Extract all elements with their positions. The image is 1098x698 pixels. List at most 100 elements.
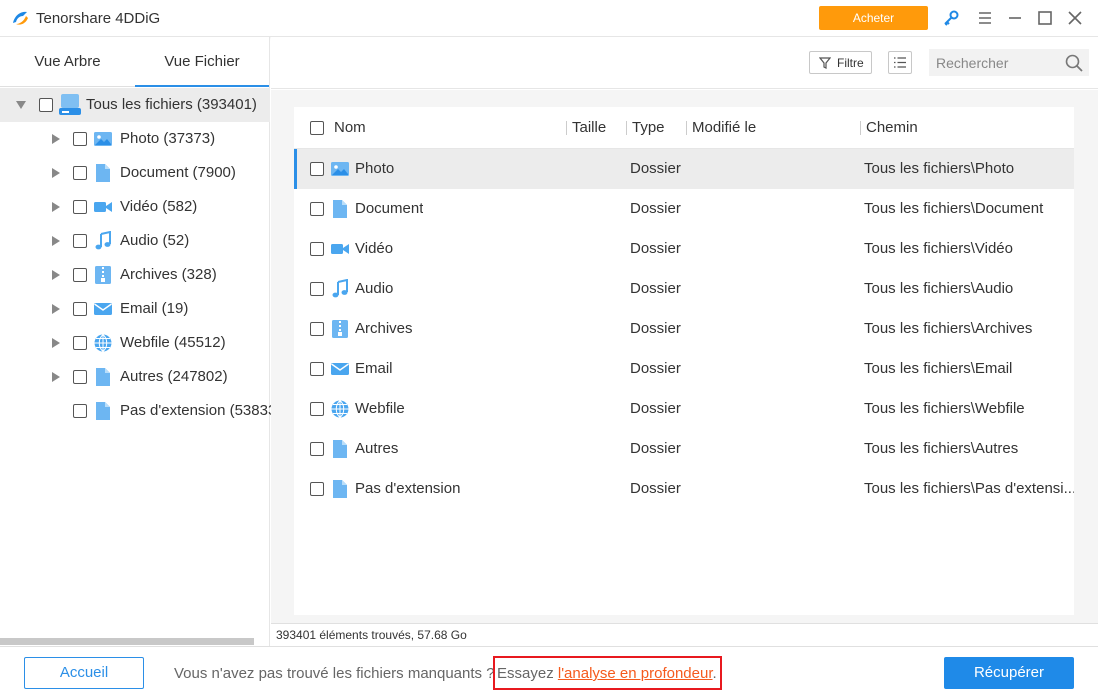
expand-caret-icon[interactable] <box>52 304 60 314</box>
expand-caret-icon[interactable] <box>52 338 60 348</box>
document-icon <box>333 440 347 458</box>
column-divider[interactable] <box>566 121 567 135</box>
deep-scan-link[interactable]: l'analyse en profondeur <box>558 665 713 682</box>
table-row[interactable]: Pas d'extension Dossier Tous les fichiers\… <box>294 469 1074 509</box>
row-checkbox[interactable] <box>310 202 324 216</box>
maximize-icon[interactable] <box>1036 9 1054 27</box>
search-icon[interactable] <box>1065 54 1083 72</box>
footer: Accueil Vous n'avez pas trouvé les fichi… <box>0 646 1098 698</box>
cell-name: Webfile <box>355 400 405 417</box>
column-divider[interactable] <box>686 121 687 135</box>
select-all-checkbox[interactable] <box>310 121 324 135</box>
document-icon <box>96 402 110 420</box>
document-icon <box>96 368 110 386</box>
tab-file-view[interactable]: Vue Fichier <box>135 37 269 87</box>
checkbox[interactable] <box>73 166 87 180</box>
checkbox[interactable] <box>39 98 53 112</box>
list-view-button[interactable] <box>888 51 912 74</box>
tree-item[interactable]: Pas d'extension (53833 <box>0 394 276 428</box>
close-icon[interactable] <box>1066 9 1084 27</box>
tree-item[interactable]: Email (19) <box>0 292 270 326</box>
row-checkbox[interactable] <box>310 282 324 296</box>
tree-item[interactable]: Autres (247802) <box>0 360 270 394</box>
cell-type: Dossier <box>630 440 681 457</box>
menu-icon[interactable] <box>976 9 994 27</box>
checkbox[interactable] <box>73 336 87 350</box>
buy-button[interactable]: Acheter <box>819 6 928 30</box>
recover-button[interactable]: Récupérer <box>944 657 1074 689</box>
table-row[interactable]: Archives Dossier Tous les fichiers\Archive… <box>294 309 1074 349</box>
row-checkbox[interactable] <box>310 442 324 456</box>
tab-tree-view[interactable]: Vue Arbre <box>0 37 135 87</box>
key-icon[interactable] <box>942 9 960 27</box>
filter-button[interactable]: Filtre <box>809 51 872 74</box>
column-name[interactable]: Nom <box>334 107 366 149</box>
column-divider[interactable] <box>626 121 627 135</box>
table-row[interactable]: Email Dossier Tous les fichiers\Email <box>294 349 1074 389</box>
cell-name: Audio <box>355 280 394 297</box>
view-tabs: Vue Arbre Vue Fichier <box>0 37 269 87</box>
tree-item[interactable]: Vidéo (582) <box>0 190 270 224</box>
filter-icon <box>819 57 831 69</box>
row-checkbox[interactable] <box>310 362 324 376</box>
expand-caret-icon[interactable] <box>52 236 60 246</box>
table-header: Nom Taille Type Modifié le Chemin <box>294 107 1074 149</box>
archive-icon <box>95 266 111 284</box>
filter-label: Filtre <box>837 56 864 70</box>
cell-name: Email <box>355 360 393 377</box>
row-checkbox[interactable] <box>310 322 324 336</box>
column-type[interactable]: Type <box>632 107 665 149</box>
row-checkbox[interactable] <box>310 402 324 416</box>
table-row[interactable]: Photo Dossier Tous les fichiers\Photo <box>294 149 1074 189</box>
expand-caret-icon[interactable] <box>52 270 60 280</box>
tree-item[interactable]: Archives (328) <box>0 258 270 292</box>
checkbox[interactable] <box>73 302 87 316</box>
row-checkbox[interactable] <box>310 242 324 256</box>
table-row[interactable]: Autres Dossier Tous les fichiers\Autres <box>294 429 1074 469</box>
tree-item[interactable]: Audio (52) <box>0 224 270 258</box>
left-panel: Vue Arbre Vue Fichier Tous les fichiers … <box>0 37 276 646</box>
checkbox[interactable] <box>73 268 87 282</box>
row-checkbox[interactable] <box>310 162 324 176</box>
cell-name: Vidéo <box>355 240 394 257</box>
tree-item-label: Pas d'extension (53833 <box>120 402 277 419</box>
minimize-icon[interactable] <box>1006 9 1024 27</box>
checkbox[interactable] <box>73 200 87 214</box>
column-size[interactable]: Taille <box>572 107 606 149</box>
checkbox[interactable] <box>73 404 87 418</box>
home-button[interactable]: Accueil <box>24 657 144 689</box>
table-row[interactable]: Audio Dossier Tous les fichiers\Audio <box>294 269 1074 309</box>
tree-item[interactable]: Document (7900) <box>0 156 270 190</box>
cell-path: Tous les fichiers\Vidéo <box>864 240 1013 257</box>
cell-type: Dossier <box>630 360 681 377</box>
cell-path: Tous les fichiers\Archives <box>864 320 1033 337</box>
tree-item[interactable]: Webfile (45512) <box>0 326 270 360</box>
expand-caret-icon[interactable] <box>52 202 60 212</box>
checkbox[interactable] <box>73 132 87 146</box>
document-icon <box>333 480 347 498</box>
column-path[interactable]: Chemin <box>866 107 918 149</box>
toolbar: Filtre <box>271 37 1098 89</box>
expand-caret-icon[interactable] <box>52 134 60 144</box>
column-divider[interactable] <box>860 121 861 135</box>
horizontal-scrollbar[interactable] <box>0 638 254 645</box>
search-input[interactable] <box>929 49 1059 76</box>
cell-path: Tous les fichiers\Document <box>864 200 1044 217</box>
cell-type: Dossier <box>630 480 681 497</box>
table-row[interactable]: Vidéo Dossier Tous les fichiers\Vidéo <box>294 229 1074 269</box>
expand-caret-icon[interactable] <box>52 168 60 178</box>
checkbox[interactable] <box>73 234 87 248</box>
missing-files-hint: Vous n'avez pas trouvé les fichiers manq… <box>174 665 495 682</box>
app-logo-icon <box>13 11 28 25</box>
collapse-caret-icon[interactable] <box>16 101 26 109</box>
column-modified[interactable]: Modifié le <box>692 107 756 149</box>
expand-caret-icon[interactable] <box>52 372 60 382</box>
table-row[interactable]: Webfile Dossier Tous les fichiers\Webfile <box>294 389 1074 429</box>
tree-item[interactable]: Photo (37373) <box>0 122 270 156</box>
tree-root-all-files[interactable]: Tous les fichiers (393401) <box>0 88 270 122</box>
checkbox[interactable] <box>73 370 87 384</box>
table-row[interactable]: Document Dossier Tous les fichiers\Documen… <box>294 189 1074 229</box>
tree-item-label: Webfile (45512) <box>120 334 226 351</box>
row-checkbox[interactable] <box>310 482 324 496</box>
cell-name: Pas d'extension <box>355 480 461 497</box>
